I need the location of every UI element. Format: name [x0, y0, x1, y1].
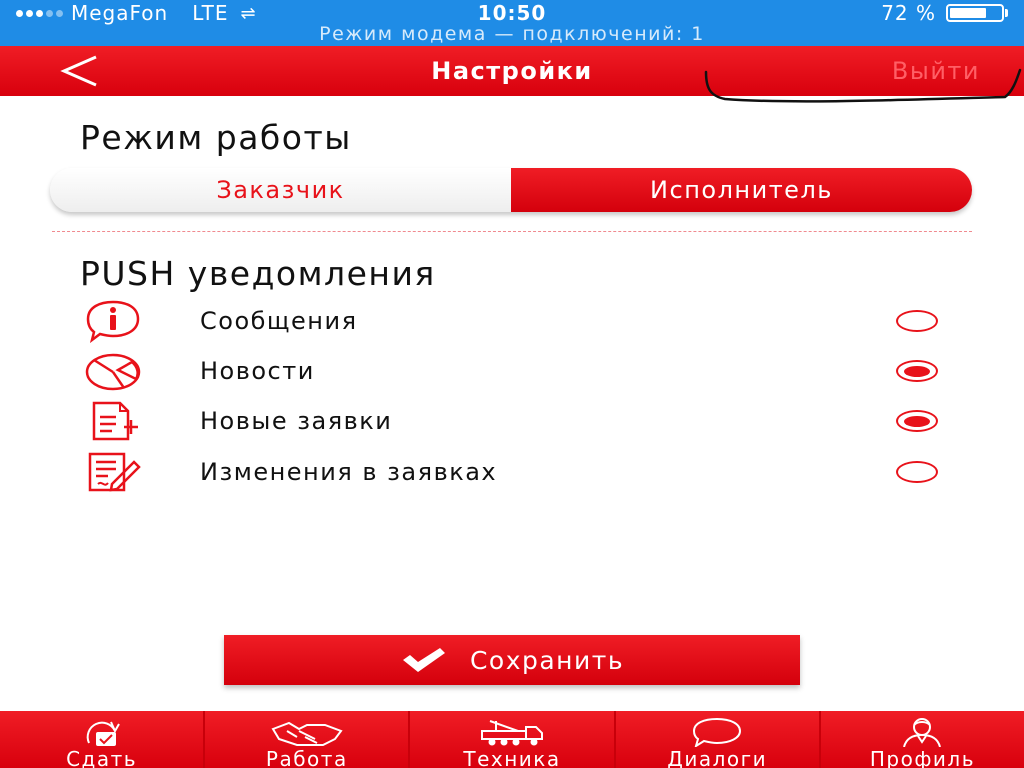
nav-bar: Настройки Выйти: [0, 46, 1024, 96]
radio-checked[interactable]: [896, 360, 938, 382]
settings-screen: MegaFon LTE ⇌ 10:50 72 % Режим модема — …: [0, 0, 1024, 768]
status-bar: MegaFon LTE ⇌ 10:50 72 % Режим модема — …: [0, 0, 1024, 46]
tab-work[interactable]: Работа: [205, 711, 411, 768]
mode-option-contractor[interactable]: Исполнитель: [511, 168, 972, 212]
push-item-messages[interactable]: Сообщения: [80, 296, 960, 346]
tab-label: Техника: [463, 747, 561, 768]
tab-label: Сдать: [66, 747, 138, 768]
logout-button[interactable]: Выйти: [892, 46, 980, 96]
push-item-label: Изменения в заявках: [200, 458, 498, 486]
tab-label: Диалоги: [667, 747, 768, 768]
push-notifications-title: PUSH уведомления: [80, 254, 436, 293]
mode-option-customer[interactable]: Заказчик: [50, 168, 511, 212]
tab-submit[interactable]: Сдать: [0, 711, 206, 768]
document-add-icon: [80, 399, 146, 443]
tab-equipment[interactable]: Техника: [410, 711, 616, 768]
work-mode-segmented-control[interactable]: Заказчик Исполнитель: [50, 168, 972, 212]
push-item-label: Новости: [200, 357, 315, 385]
radio-unchecked[interactable]: [896, 461, 938, 483]
tab-profile[interactable]: Профиль: [821, 711, 1024, 768]
document-edit-icon: [80, 450, 146, 494]
refresh-calendar-icon: [0, 717, 203, 747]
checkmark-icon: [402, 648, 445, 672]
push-item-news[interactable]: Новости: [80, 346, 960, 396]
save-label: Сохранить: [469, 645, 625, 675]
section-divider: [52, 231, 972, 232]
push-item-request-changes[interactable]: Изменения в заявках: [80, 447, 960, 497]
radio-unchecked[interactable]: [896, 310, 938, 332]
hotspot-banner[interactable]: Режим модема — подключений: 1: [0, 22, 1024, 46]
chevron-left-icon: [60, 55, 97, 87]
info-bubble-icon: [80, 299, 146, 343]
news-pie-icon: [80, 349, 146, 393]
push-item-label: Сообщения: [200, 307, 358, 335]
truck-icon: [410, 717, 613, 747]
save-button[interactable]: Сохранить: [224, 635, 800, 685]
user-icon: [821, 717, 1024, 747]
push-item-new-requests[interactable]: Новые заявки: [80, 396, 960, 446]
handshake-icon: [205, 717, 408, 747]
tab-dialogs[interactable]: Диалоги: [616, 711, 821, 768]
tab-bar: Сдать Работа Техника Диалоги Профиль: [0, 711, 1024, 768]
chat-bubble-icon: [616, 717, 819, 747]
work-mode-title: Режим работы: [80, 118, 352, 157]
back-button[interactable]: [40, 46, 110, 96]
radio-checked[interactable]: [896, 410, 938, 432]
battery-icon: [946, 4, 1004, 22]
tab-label: Работа: [265, 747, 348, 768]
page-title: Настройки: [431, 57, 593, 85]
tab-label: Профиль: [869, 747, 975, 768]
battery-cap: [1005, 9, 1008, 17]
push-item-label: Новые заявки: [200, 407, 393, 435]
